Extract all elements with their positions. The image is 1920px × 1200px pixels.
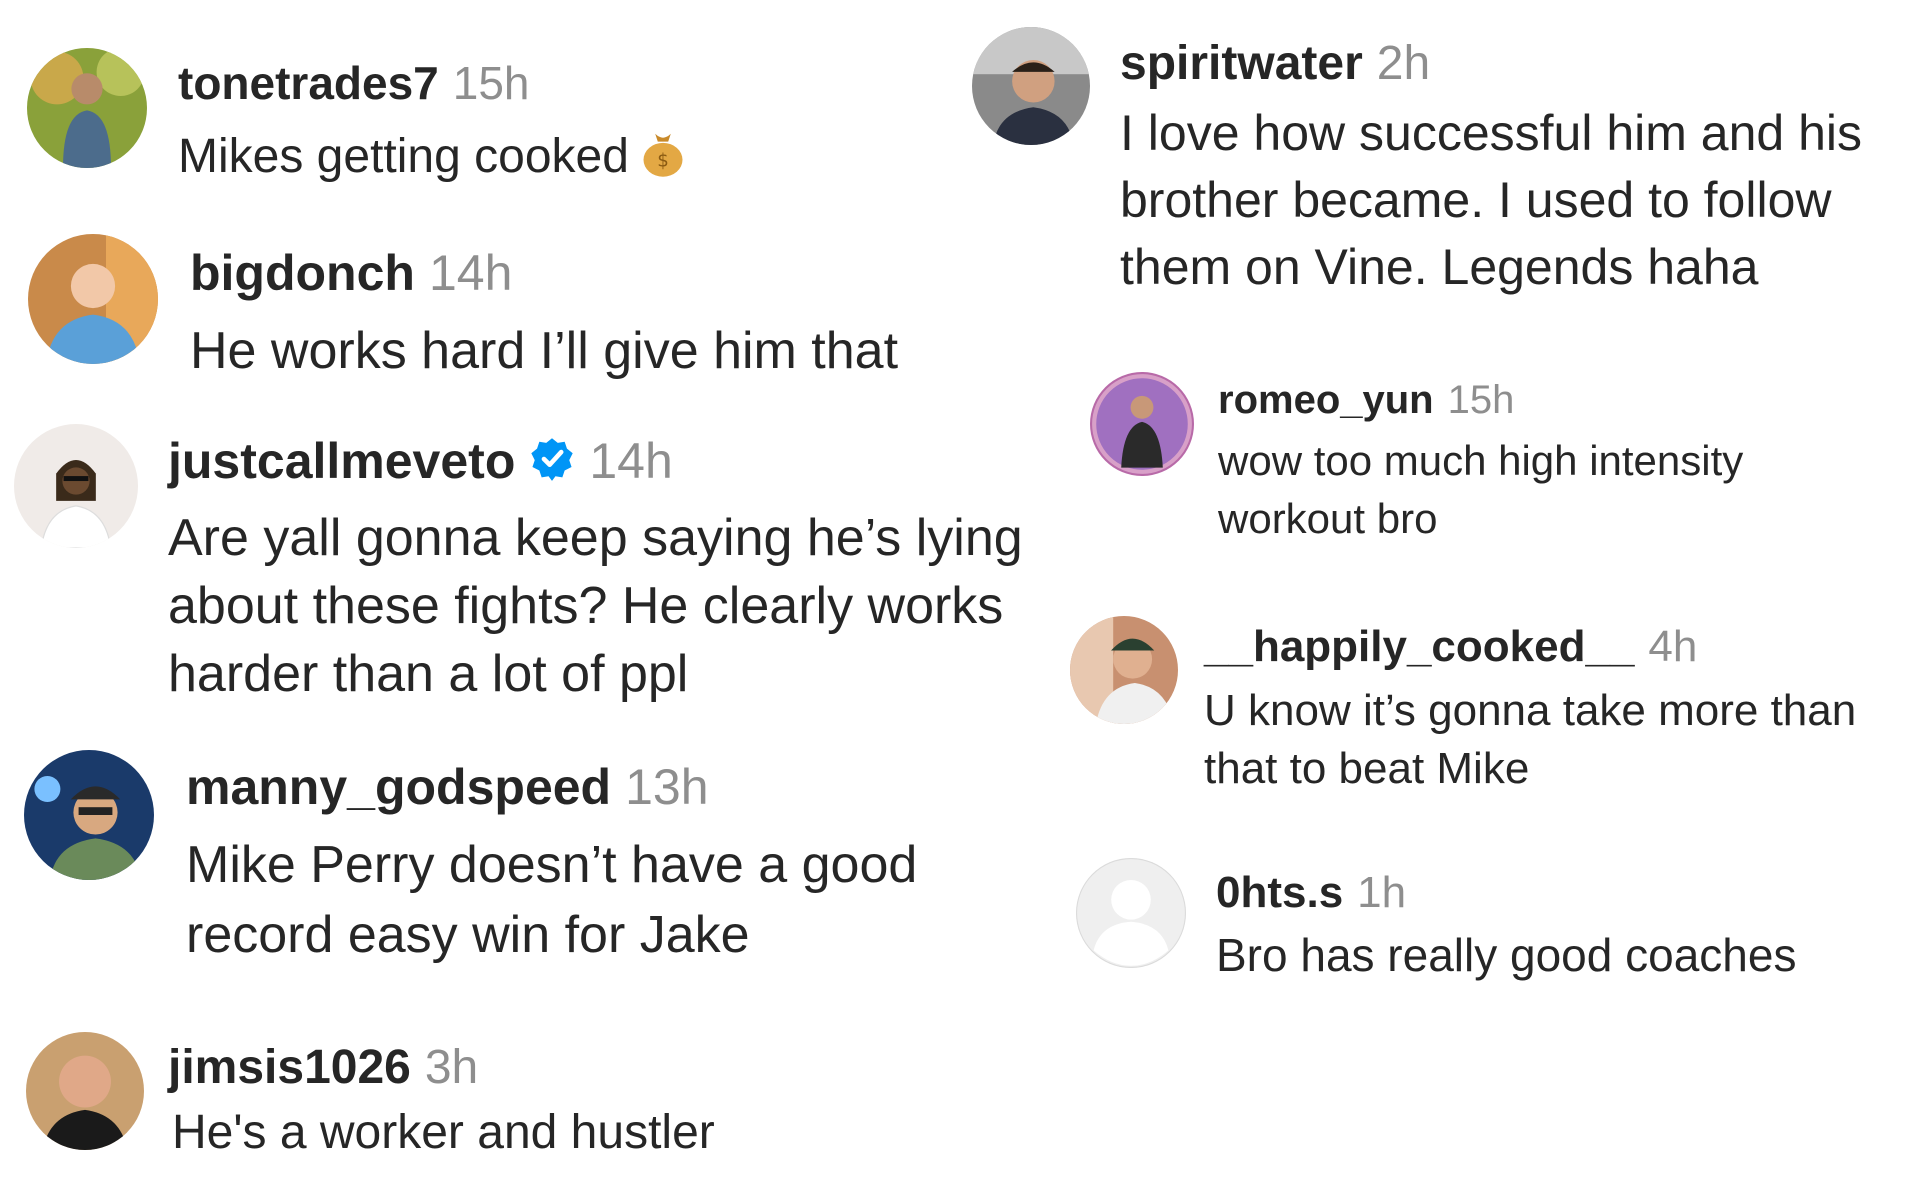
avatar-romeo_yun[interactable] xyxy=(1090,372,1194,476)
username[interactable]: manny_godspeed xyxy=(186,759,611,815)
avatar-spiritwater[interactable] xyxy=(972,27,1090,145)
comment-text: Mike Perry doesn’t have a good record ea… xyxy=(186,836,918,964)
default-avatar-icon[interactable] xyxy=(1076,858,1186,968)
username[interactable]: romeo_yun xyxy=(1218,378,1434,422)
comment-text: I love how successful him and his brothe… xyxy=(1120,105,1863,295)
timestamp[interactable]: 14h xyxy=(429,245,512,301)
timestamp[interactable]: 1h xyxy=(1357,868,1406,917)
comment-text: U know it’s gonna take more than that to… xyxy=(1204,686,1857,793)
timestamp[interactable]: 4h xyxy=(1648,622,1697,671)
timestamp[interactable]: 15h xyxy=(1448,378,1515,422)
username[interactable]: jimsis1026 xyxy=(168,1041,411,1094)
username[interactable]: spiritwater xyxy=(1120,37,1363,90)
username[interactable]: tonetrades7 xyxy=(178,57,439,109)
username[interactable]: justcallmeveto xyxy=(168,433,515,489)
comment-text: He works hard I’ll give him that xyxy=(190,322,899,380)
avatar-bigdonch[interactable] xyxy=(28,234,158,364)
avatar-happily_cooked[interactable] xyxy=(1070,616,1178,724)
avatar-justcallmeveto[interactable] xyxy=(14,424,138,548)
timestamp[interactable]: 2h xyxy=(1377,37,1430,90)
username[interactable]: __happily_cooked__ xyxy=(1204,622,1634,671)
verified-badge-icon xyxy=(529,436,575,494)
comment-text: He's a worker and hustler xyxy=(172,1106,715,1159)
comment-text: Mikes getting cooked xyxy=(178,130,629,183)
timestamp[interactable]: 15h xyxy=(453,57,530,109)
money-bag-icon: $ xyxy=(637,126,689,192)
timestamp[interactable]: 14h xyxy=(589,433,672,489)
avatar-jimsis1026[interactable] xyxy=(26,1032,144,1150)
timestamp[interactable]: 13h xyxy=(625,759,708,815)
avatar-tonetrades7[interactable] xyxy=(27,48,147,168)
username[interactable]: 0hts.s xyxy=(1216,868,1343,917)
comment-text: Are yall gonna keep saying he’s lying ab… xyxy=(168,509,1023,703)
svg-text:$: $ xyxy=(657,150,669,171)
avatar-manny_godspeed[interactable] xyxy=(24,750,154,880)
comment-text: wow too much high intensity workout bro xyxy=(1218,437,1744,542)
timestamp[interactable]: 3h xyxy=(425,1041,478,1094)
username[interactable]: bigdonch xyxy=(190,245,415,301)
comment-text: Bro has really good coaches xyxy=(1216,929,1797,981)
